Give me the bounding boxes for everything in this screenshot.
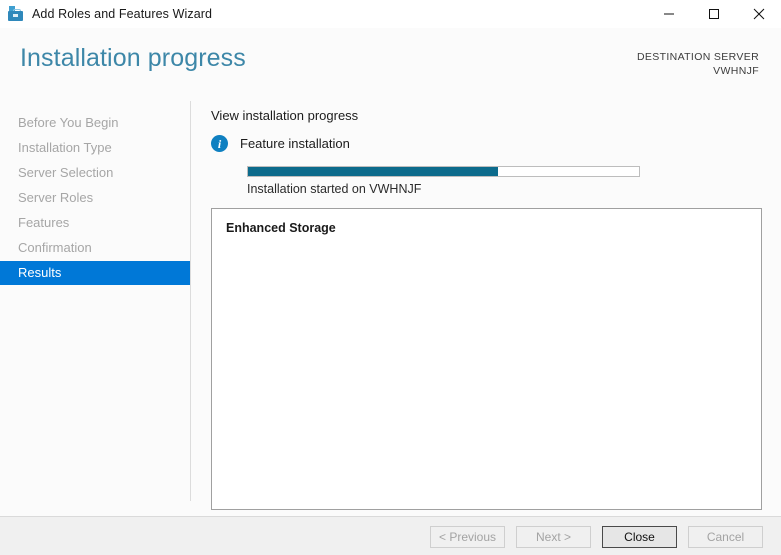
title-bar: Add Roles and Features Wizard bbox=[0, 0, 781, 28]
wizard-step-nav: Before You Begin Installation Type Serve… bbox=[0, 91, 190, 515]
installation-results-box[interactable]: Enhanced Storage bbox=[211, 208, 762, 510]
destination-server-label: DESTINATION SERVER bbox=[636, 51, 759, 63]
sidebar-item-server-roles[interactable]: Server Roles bbox=[0, 186, 190, 210]
sidebar-item-server-selection[interactable]: Server Selection bbox=[0, 161, 190, 185]
add-roles-wizard-window: Add Roles and Features Wizard Installati… bbox=[0, 0, 781, 555]
page-header: Installation progress DESTINATION SERVER… bbox=[0, 28, 781, 91]
progress-bar-fill bbox=[248, 167, 499, 176]
close-icon[interactable] bbox=[736, 0, 781, 28]
window-controls bbox=[646, 0, 781, 28]
destination-server-block: DESTINATION SERVER VWHNJF bbox=[637, 50, 759, 78]
close-button[interactable]: Close bbox=[602, 526, 677, 548]
main-pane: View installation progress i Feature ins… bbox=[191, 91, 781, 555]
server-manager-toolbox-icon bbox=[8, 6, 24, 22]
status-title: Feature installation bbox=[240, 136, 350, 151]
installation-progress-bar bbox=[247, 166, 640, 177]
wizard-footer: < Previous Next > Close Cancel bbox=[0, 516, 781, 555]
cancel-button[interactable]: Cancel bbox=[688, 526, 763, 548]
page-title: Installation progress bbox=[20, 44, 246, 72]
window-title: Add Roles and Features Wizard bbox=[32, 7, 213, 21]
minimize-icon[interactable] bbox=[646, 0, 691, 28]
main-heading: View installation progress bbox=[211, 108, 359, 123]
progress-caption: Installation started on VWHNJF bbox=[247, 182, 422, 196]
footer-button-row: < Previous Next > Close Cancel bbox=[430, 526, 763, 548]
feature-installation-status: i Feature installation bbox=[211, 135, 350, 152]
maximize-icon[interactable] bbox=[691, 0, 736, 28]
wizard-body: Before You Begin Installation Type Serve… bbox=[0, 91, 781, 555]
list-item: Enhanced Storage bbox=[226, 221, 336, 235]
sidebar-item-installation-type[interactable]: Installation Type bbox=[0, 136, 190, 160]
sidebar-item-results[interactable]: Results bbox=[0, 261, 190, 285]
destination-server-name: VWHNJF bbox=[713, 65, 759, 77]
sidebar-item-before-you-begin[interactable]: Before You Begin bbox=[0, 111, 190, 135]
sidebar-item-features[interactable]: Features bbox=[0, 211, 190, 235]
next-button[interactable]: Next > bbox=[516, 526, 591, 548]
previous-button[interactable]: < Previous bbox=[430, 526, 505, 548]
info-icon: i bbox=[211, 135, 228, 152]
sidebar-item-confirmation[interactable]: Confirmation bbox=[0, 236, 190, 260]
